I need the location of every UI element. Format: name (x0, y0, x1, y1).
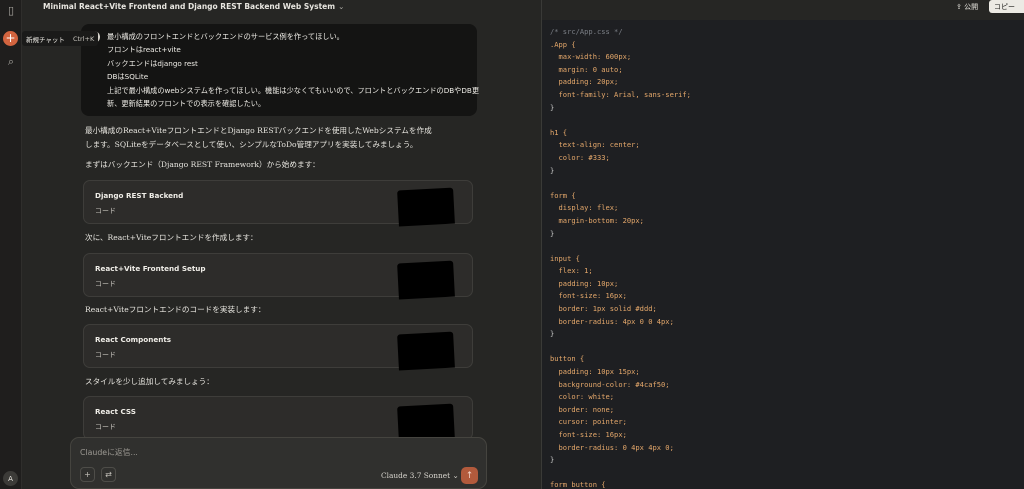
tooltip-label: 新規チャット (26, 35, 65, 44)
code-line: margin: 0 auto; (550, 64, 623, 74)
artifact-thumbnail (397, 187, 455, 227)
code-line: } (550, 165, 555, 175)
artifact-card[interactable]: Django REST Backend コード (83, 180, 473, 227)
user-message-line: 新、更新結果のフロントでの表示を確認したい。 (107, 99, 266, 109)
response-intro-line: します。SQLiteをデータベースとして使い、シンプルなToDo管理アプリを実装… (85, 140, 418, 149)
share-icon: ⇪ (956, 3, 962, 11)
artifact-subtitle: コード (95, 351, 116, 359)
chats-search-icon[interactable]: ⌕ (4, 55, 18, 69)
code-line: .App { (550, 39, 576, 49)
artifact-card[interactable]: React+Vite Frontend Setup コード (83, 253, 473, 300)
model-selector[interactable]: Claude 3.7 Sonnet ⌄ (381, 471, 459, 480)
chat-column: Minimal React+Vite Frontend and Django R… (23, 0, 541, 489)
left-rail: ▯ + ⌕ A (0, 0, 22, 489)
code-line: text-align: center; (550, 140, 640, 150)
app-window: ▯ + ⌕ A 新規チャット Ctrl+K Minimal React+Vite… (0, 0, 1024, 489)
response-intro: 最小構成のReact+ViteフロントエンドとDjango RESTバックエンド… (85, 124, 485, 152)
artifact-subtitle: コード (95, 423, 116, 431)
code-line: margin-bottom: 20px; (550, 215, 644, 225)
artifact-thumbnail (397, 331, 455, 371)
response-step-backend: まずはバックエンド（Django REST Framework）から始めます： (85, 160, 320, 169)
code-line: padding: 10px 15px; (550, 367, 640, 377)
code-line: color: #333; (550, 152, 610, 162)
publish-button[interactable]: ⇪ 公開 (956, 2, 978, 12)
artifact-title: React CSS (95, 407, 136, 416)
code-line: padding: 10px; (550, 278, 619, 288)
artifact-subtitle: コード (95, 207, 116, 215)
code-line: color: white; (550, 392, 615, 402)
artifact-thumbnail (397, 260, 455, 300)
publish-label: 公開 (964, 3, 979, 11)
code-line: } (550, 455, 555, 465)
user-avatar[interactable]: A (3, 471, 18, 486)
code-line: flex: 1; (550, 266, 593, 276)
artifact-subtitle: コード (95, 280, 116, 288)
response-step-styles: スタイルを少し追加してみましょう： (85, 377, 214, 386)
code-line: border-radius: 4px 0 0 4px; (550, 316, 674, 326)
chevron-down-icon: ⌄ (338, 2, 345, 11)
code-line: font-family: Arial, sans-serif; (550, 89, 691, 99)
response-step-frontend-code: React+Viteフロントエンドのコードを実装します： (85, 305, 266, 314)
reply-input[interactable]: Claudeに返信... (80, 447, 138, 458)
new-chat-button[interactable]: + (3, 31, 18, 46)
code-line: padding: 20px; (550, 77, 619, 87)
code-line: border: none; (550, 404, 615, 414)
new-chat-tooltip: 新規チャット Ctrl+K (22, 31, 99, 46)
code-line: border-radius: 0 4px 4px 0; (550, 442, 674, 452)
artifact-panel: ⇪ 公開 コピー /* src/App.css */ .App { max-wid… (541, 0, 1024, 489)
code-line: /* src/App.css */ (550, 27, 623, 36)
code-line: font-size: 16px; (550, 430, 627, 439)
artifact-card[interactable]: React Components コード (83, 324, 473, 371)
composer[interactable]: Claudeに返信... + ⇄ Claude 3.7 Sonnet ⌄ ↑ (70, 437, 487, 489)
artifact-panel-toolbar: ⇪ 公開 コピー (542, 0, 1024, 20)
code-line: display: flex; (550, 203, 619, 213)
code-line: input { (550, 253, 580, 263)
chat-title-text: Minimal React+Vite Frontend and Django R… (43, 2, 336, 11)
artifact-title: Django REST Backend (95, 191, 184, 200)
user-message-line: 上記で最小構成のwebシステムを作ってほしい。機能は少なくてもいいので、フロント… (107, 85, 480, 95)
user-message-line: フロントはreact+vite (107, 45, 181, 55)
artifact-card[interactable]: React CSS コード (83, 396, 473, 443)
artifact-title: React Components (95, 335, 172, 344)
user-message: A 最小構成のフロントエンドとバックエンドのサービス例を作ってほしい。 フロント… (81, 24, 480, 116)
artifact-title: React+Vite Frontend Setup (95, 264, 206, 273)
tools-button[interactable]: ⇄ (101, 467, 116, 482)
code-line: form { (550, 190, 576, 200)
response-intro-line: 最小構成のReact+ViteフロントエンドとDjango RESTバックエンド… (85, 126, 432, 135)
code-line: max-width: 600px; (550, 52, 632, 62)
code-line: background-color: #4caf50; (550, 379, 670, 389)
user-message-line: 最小構成のフロントエンドとバックエンドのサービス例を作ってほしい。 (107, 32, 344, 41)
code-line: h1 { (550, 127, 568, 137)
user-message-line: バックエンドはdjango rest (107, 58, 198, 68)
code-line: cursor: pointer; (550, 417, 627, 427)
code-line: button { (550, 354, 585, 364)
chat-title[interactable]: Minimal React+Vite Frontend and Django R… (43, 2, 344, 11)
user-message-line: DBはSQLite (107, 72, 149, 82)
code-line: } (550, 228, 555, 238)
chevron-down-icon: ⌄ (452, 471, 459, 480)
response-step-frontend-setup: 次に、React+Viteフロントエンドを作成します： (85, 233, 258, 242)
code-line: } (550, 329, 555, 339)
tooltip-shortcut: Ctrl+K (72, 34, 95, 43)
code-line: border: 1px solid #ddd; (550, 304, 657, 314)
code-line: font-size: 16px; (550, 291, 627, 301)
code-view: /* src/App.css */ .App { max-width: 600px… (550, 26, 691, 489)
send-button[interactable]: ↑ (461, 467, 478, 484)
model-name: Claude 3.7 Sonnet (381, 471, 451, 480)
code-line: form button { (550, 480, 606, 489)
code-line: } (550, 102, 555, 112)
copy-button[interactable]: コピー (989, 0, 1024, 13)
add-attachment-button[interactable]: + (80, 467, 95, 482)
sidebar-toggle-icon[interactable]: ▯ (4, 3, 18, 17)
